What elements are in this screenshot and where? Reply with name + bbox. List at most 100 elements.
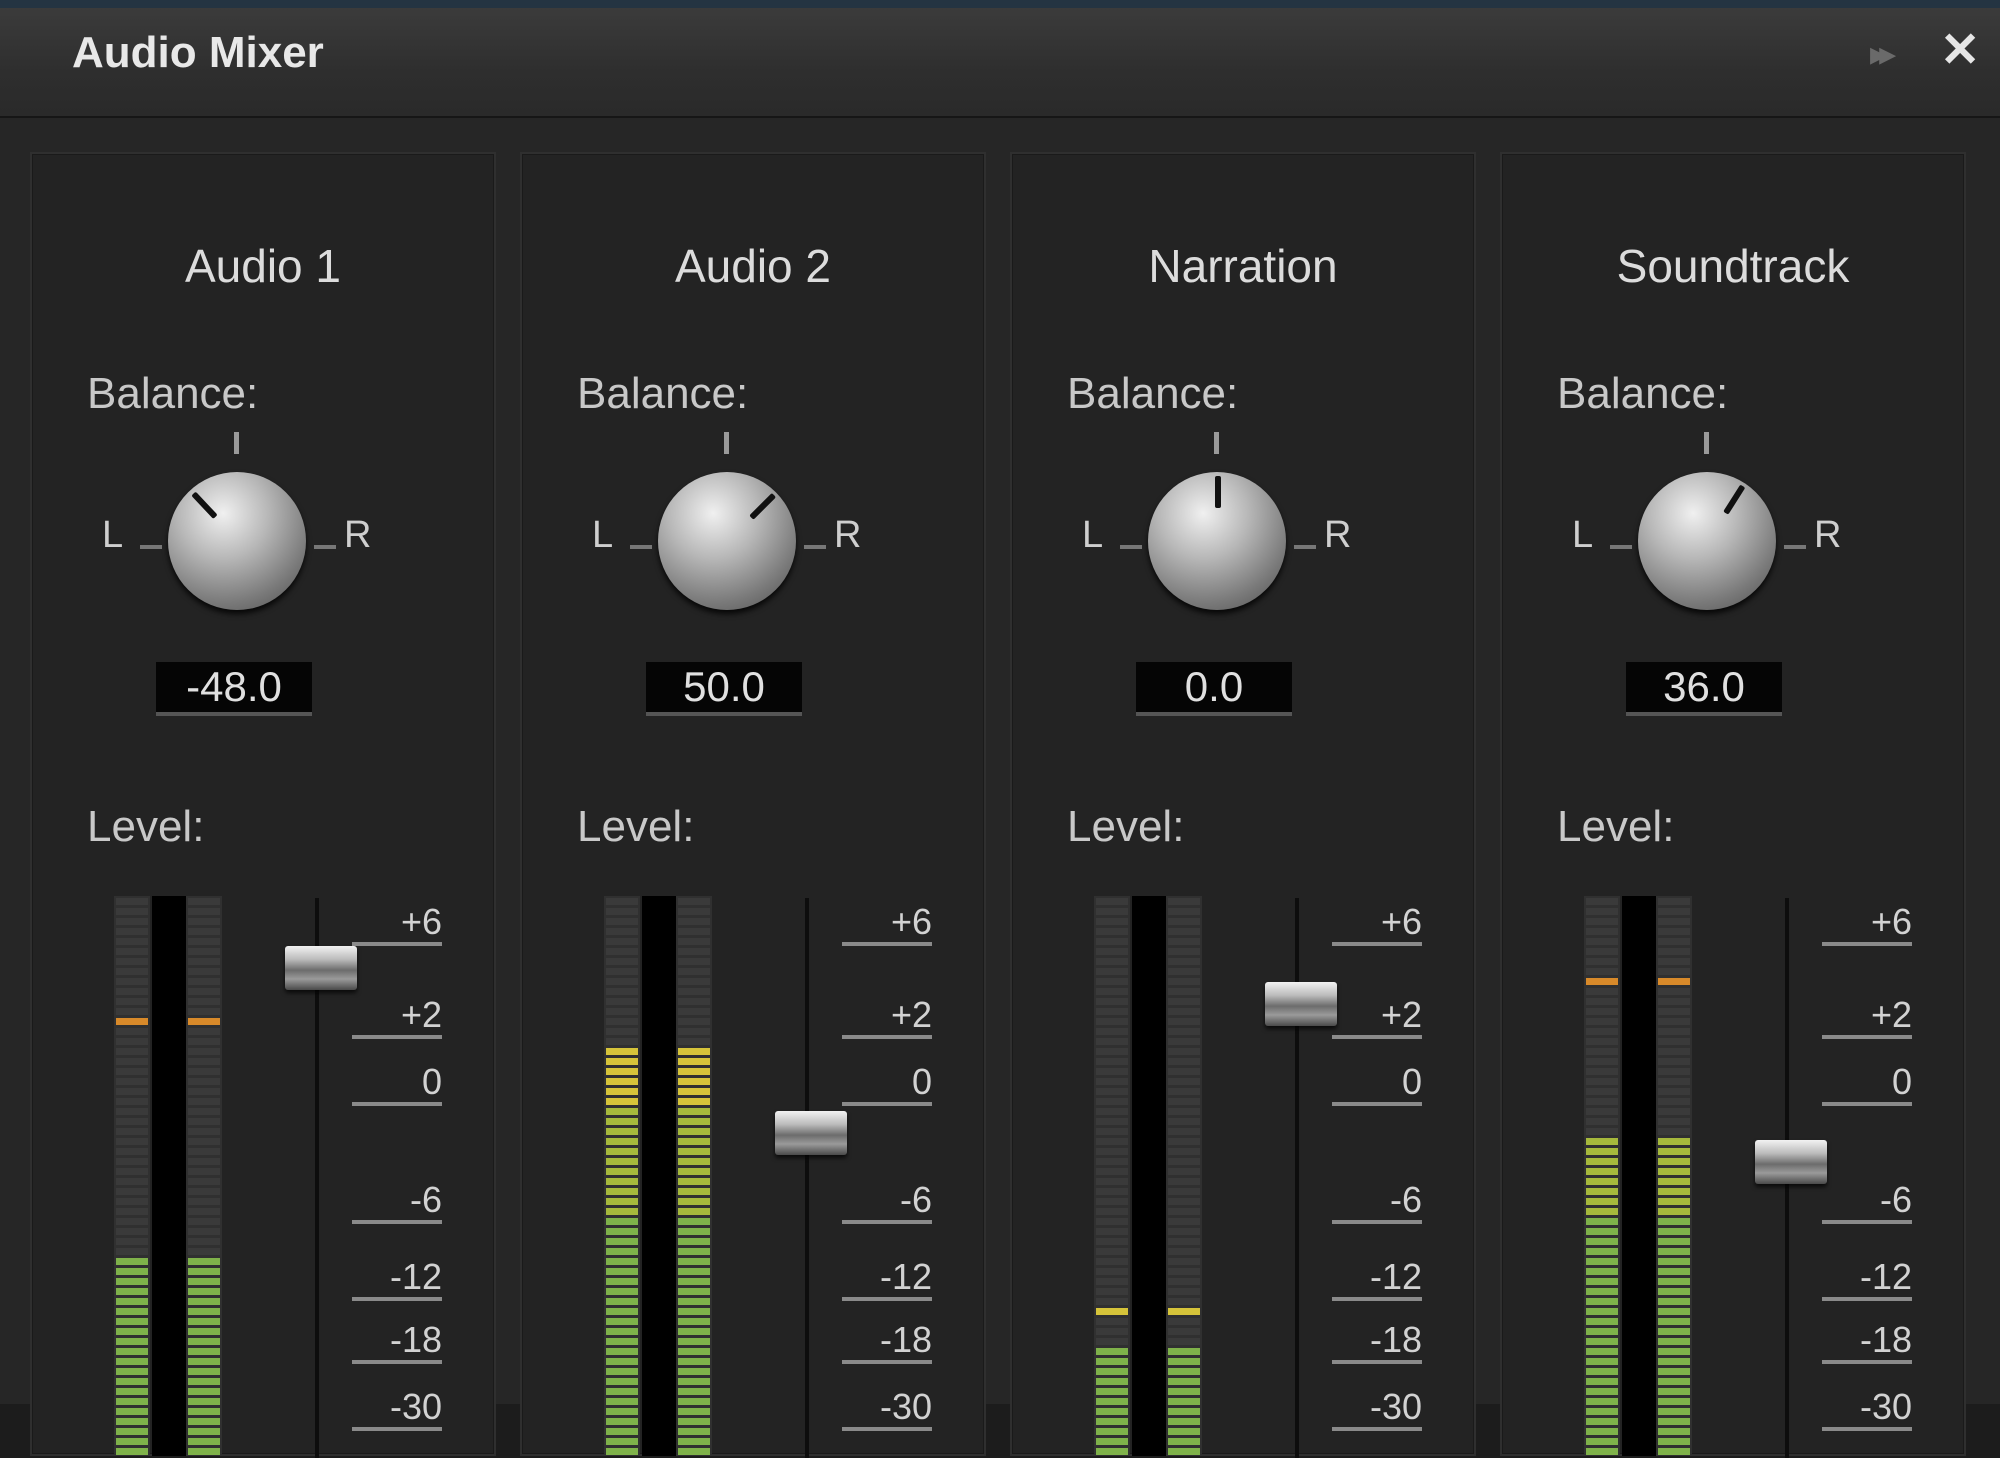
meter-segment [1658, 1148, 1690, 1155]
balance-center-mark [1704, 432, 1709, 454]
meter-segment [1586, 1028, 1618, 1035]
meter-segment [1658, 1348, 1690, 1355]
meter-segment [1586, 898, 1618, 905]
meter-segment [606, 948, 638, 955]
balance-knob[interactable] [1148, 472, 1286, 610]
meter-segment [1096, 1078, 1128, 1085]
meter-segment [1168, 908, 1200, 915]
meter-segment [1168, 1138, 1200, 1145]
meter-segment [1096, 1238, 1128, 1245]
meter-segment [1096, 1318, 1128, 1325]
meter-segment [116, 1418, 148, 1425]
meter-segment [678, 968, 710, 975]
level-fader-handle[interactable] [1755, 1140, 1827, 1185]
level-fader-handle[interactable] [775, 1110, 847, 1155]
meter-segment [1658, 938, 1690, 945]
meter-segment [1658, 1308, 1690, 1315]
meter-segment [188, 1388, 220, 1395]
collapse-icon[interactable]: ▸▸ [1870, 34, 1896, 74]
meter-segment [1658, 1388, 1690, 1395]
meter-segment [188, 1108, 220, 1115]
meter-segment [188, 998, 220, 1005]
level-fader-handle[interactable] [1265, 981, 1337, 1026]
meter-right [1656, 896, 1692, 1456]
title-bar: Audio Mixer ▸▸ ✕ [0, 8, 2000, 118]
level-fader-handle[interactable] [285, 946, 357, 991]
meter-separator [1622, 896, 1656, 1456]
meter-segment [678, 1358, 710, 1365]
meter-segment [1168, 928, 1200, 935]
meter-segment [116, 1358, 148, 1365]
meter-segment [606, 1428, 638, 1435]
meter-segment [1096, 1168, 1128, 1175]
meter-segment [678, 908, 710, 915]
meter-right [1166, 896, 1202, 1456]
meter-segment [678, 1248, 710, 1255]
meter-segment [1168, 1288, 1200, 1295]
balance-value-field[interactable]: 36.0 [1626, 662, 1782, 716]
meter-segment [1096, 1308, 1128, 1315]
meter-segment [1658, 1128, 1690, 1135]
balance-left-dash [1120, 545, 1142, 549]
meter-segment [188, 1038, 220, 1045]
balance-left-label: L [592, 514, 614, 556]
balance-value-field[interactable]: 0.0 [1136, 662, 1292, 716]
meter-segment [188, 1128, 220, 1135]
meter-segment [1096, 998, 1128, 1005]
meter-segment [1168, 1158, 1200, 1165]
balance-knob[interactable] [168, 472, 306, 610]
meter-segment [606, 1268, 638, 1275]
meter-segment [1658, 1418, 1690, 1425]
meter-segment [1168, 1378, 1200, 1385]
meter-segment [1658, 1078, 1690, 1085]
meter-segment [188, 968, 220, 975]
level-label: Level: [1067, 802, 1185, 851]
meter-segment [606, 938, 638, 945]
meter-segment [1658, 948, 1690, 955]
meter-segment [606, 1288, 638, 1295]
meter-left [1094, 896, 1130, 1456]
meter-segment [1586, 1218, 1618, 1225]
meter-segment [1586, 988, 1618, 995]
close-icon[interactable]: ✕ [1940, 22, 1980, 78]
meter-segment [1658, 1088, 1690, 1095]
meter-segment [188, 1428, 220, 1435]
meter-segment [678, 938, 710, 945]
meter-segment [1658, 978, 1690, 985]
top-border [0, 0, 2000, 8]
meter-segment [1658, 1248, 1690, 1255]
balance-right-dash [314, 545, 336, 549]
level-label: Level: [87, 802, 205, 851]
balance-knob[interactable] [1638, 472, 1776, 610]
meter-segment [1586, 1248, 1618, 1255]
meter-segment [1096, 1418, 1128, 1425]
meter-segment [678, 988, 710, 995]
meter-segment [678, 1218, 710, 1225]
meter-segment [1168, 1318, 1200, 1325]
meter-segment [1586, 1318, 1618, 1325]
meter-segment [1096, 1048, 1128, 1055]
meter-segment [1658, 1358, 1690, 1365]
meter-segment [116, 1038, 148, 1045]
meter-segment [1168, 1368, 1200, 1375]
meter-segment [606, 1238, 638, 1245]
meter-segment [1096, 1268, 1128, 1275]
meter-segment [1168, 1098, 1200, 1105]
meter-segment [116, 1298, 148, 1305]
meter-segment [116, 1448, 148, 1455]
balance-value-field[interactable]: 50.0 [646, 662, 802, 716]
meter-segment [1096, 1188, 1128, 1195]
balance-value-field[interactable]: -48.0 [156, 662, 312, 716]
level-label: Level: [1557, 802, 1675, 851]
meter-segment [1658, 1058, 1690, 1065]
meter-segment [1168, 1048, 1200, 1055]
meter-segment [1096, 1338, 1128, 1345]
meter-segment [1168, 1088, 1200, 1095]
meter-segment [1168, 958, 1200, 965]
meter-segment [188, 1328, 220, 1335]
meter-segment [1586, 1358, 1618, 1365]
meter-segment [116, 1308, 148, 1315]
balance-knob[interactable] [658, 472, 796, 610]
meter-segment [1096, 1288, 1128, 1295]
level-scale-tick: -30 [842, 1387, 932, 1431]
